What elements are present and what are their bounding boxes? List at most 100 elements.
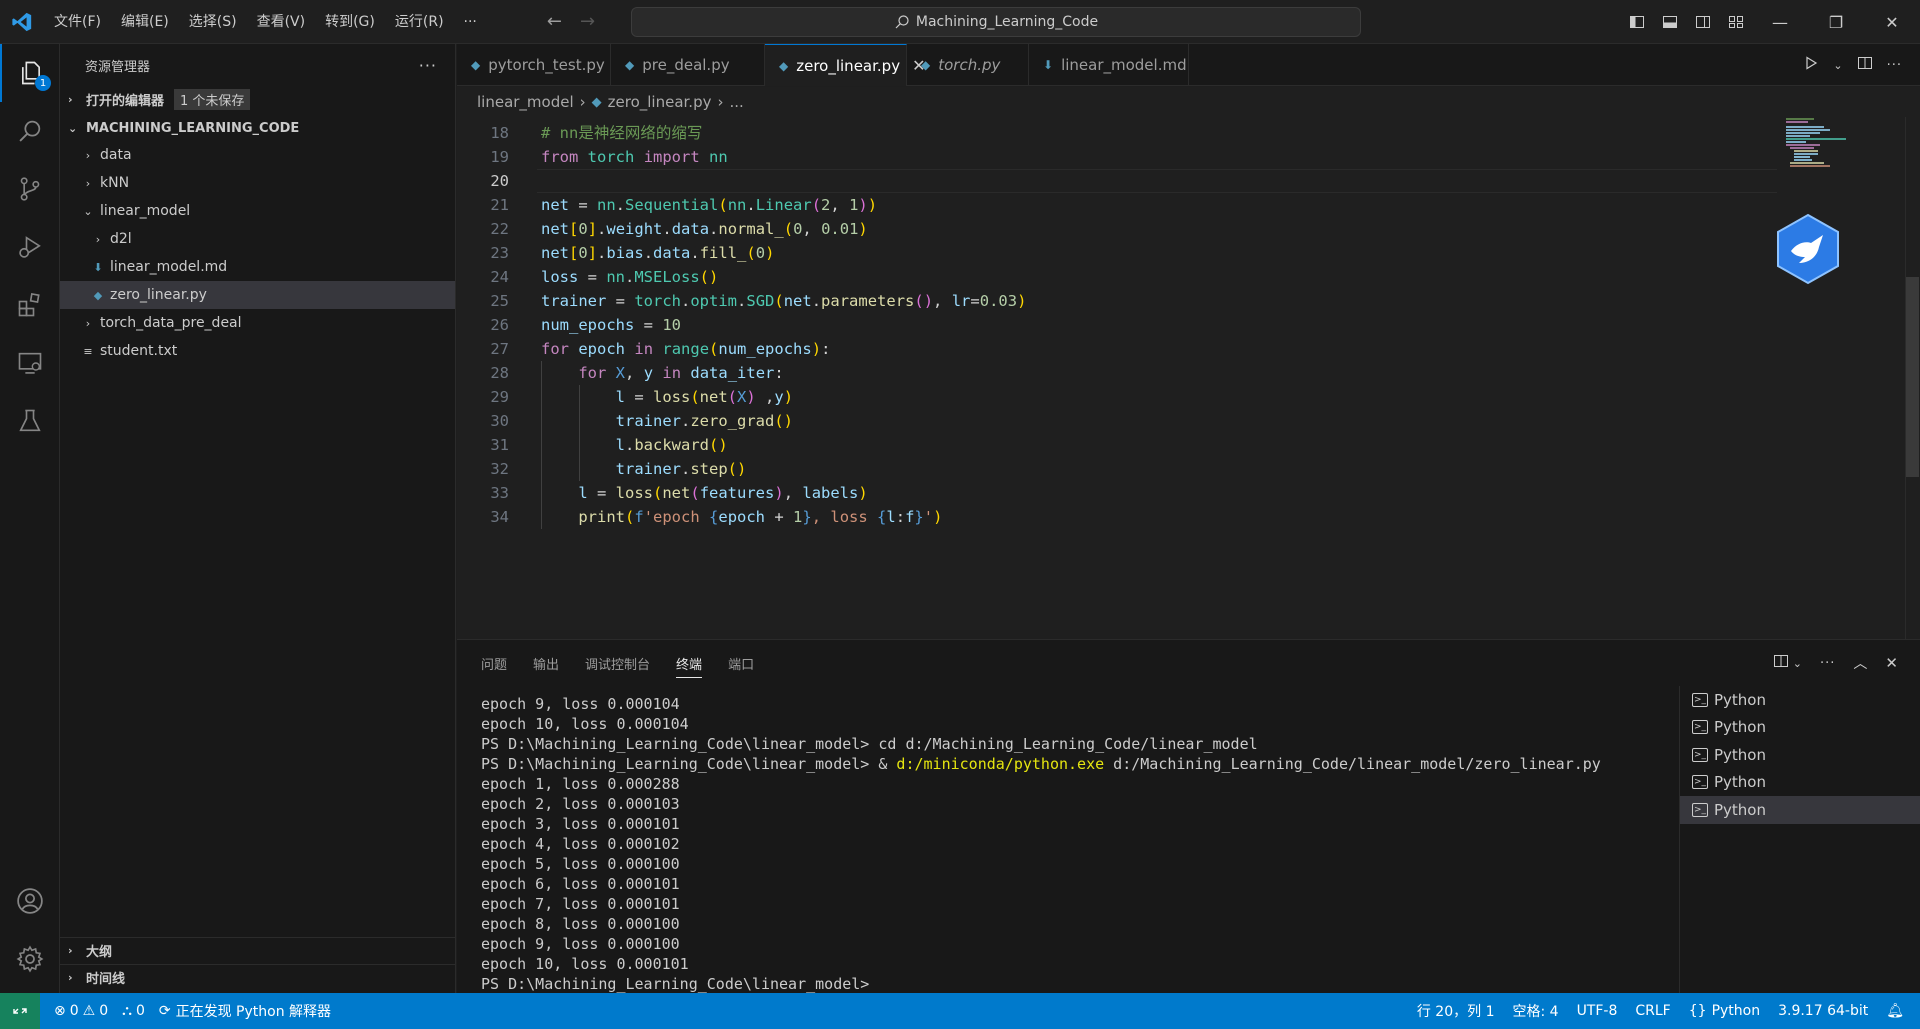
customize-layout-icon[interactable] xyxy=(1719,0,1752,44)
panel-more-icon[interactable]: ··· xyxy=(1820,656,1835,671)
manage-gear-icon[interactable] xyxy=(0,930,60,988)
terminal-text: epoch 3, loss 0.000101 xyxy=(481,815,680,833)
panel-tab[interactable]: 输出 xyxy=(533,654,559,673)
close-panel-icon[interactable]: ✕ xyxy=(1885,654,1898,672)
tab-linear-model-md[interactable]: ⬇ linear_model.md xyxy=(1029,44,1189,86)
tree-item[interactable]: ⌄ linear_model xyxy=(60,197,455,225)
command-center-search[interactable]: Machining_Learning_Code xyxy=(631,7,1361,37)
terminal-instance[interactable]: >_ Python xyxy=(1680,714,1920,742)
extensions-icon[interactable] xyxy=(0,276,60,334)
tree-item[interactable]: ◆ zero_linear.py xyxy=(60,281,455,309)
breadcrumb-symbol[interactable]: ... xyxy=(729,93,743,111)
menu-item[interactable]: 查看(V) xyxy=(247,0,316,44)
explorer-icon[interactable]: 1 xyxy=(0,44,60,102)
terminal-output[interactable]: epoch 9, loss 0.000104 epoch 10, loss 0.0… xyxy=(481,694,1661,994)
tree-item[interactable]: ⬇ linear_model.md xyxy=(60,253,455,281)
tree-item[interactable]: ≡ student.txt xyxy=(60,337,455,365)
tree-item[interactable]: › torch_data_pre_deal xyxy=(60,309,455,337)
assistant-bird-icon[interactable] xyxy=(1775,213,1841,285)
code-token: in xyxy=(634,340,654,358)
split-terminal-icon[interactable] xyxy=(1773,653,1789,673)
toggle-panel-icon[interactable] xyxy=(1653,0,1686,44)
tab-pre-deal-py[interactable]: ◆ pre_deal.py xyxy=(611,44,765,86)
testing-icon[interactable] xyxy=(0,392,60,450)
panel-tab[interactable]: 调试控制台 xyxy=(585,654,650,673)
terminal-instance[interactable]: >_ Python xyxy=(1680,686,1920,714)
code-token: zero_grad xyxy=(690,412,775,430)
warning-count: 0 xyxy=(99,1003,109,1019)
more-actions-icon[interactable]: ··· xyxy=(1887,58,1902,73)
back-arrow-icon[interactable]: ← xyxy=(547,11,562,32)
terminal-text: epoch 9, loss 0.000104 xyxy=(481,695,680,713)
explorer-more-icon[interactable]: ··· xyxy=(419,56,437,75)
code-token: print xyxy=(578,508,625,526)
close-window-icon[interactable]: ✕ xyxy=(1864,0,1920,44)
run-debug-icon[interactable] xyxy=(0,218,60,276)
panel-tab[interactable]: 端口 xyxy=(728,654,754,673)
panel-tab[interactable]: 问题 xyxy=(481,654,507,673)
search-icon[interactable] xyxy=(0,102,60,160)
restore-icon[interactable]: ❐ xyxy=(1808,0,1864,44)
code-token: = xyxy=(634,316,663,334)
tree-item[interactable]: › data xyxy=(60,141,455,169)
menu-item[interactable]: 选择(S) xyxy=(179,0,247,44)
split-editor-icon[interactable] xyxy=(1857,55,1873,75)
menu-item[interactable]: 编辑(E) xyxy=(111,0,179,44)
tab-zero-linear-py[interactable]: ◆ zero_linear.py ✕ xyxy=(765,44,925,86)
tree-item-label: kNN xyxy=(100,175,130,191)
menu-item[interactable]: 文件(F) xyxy=(44,0,111,44)
source-control-icon[interactable] xyxy=(0,160,60,218)
remote-indicator-icon[interactable] xyxy=(0,993,40,1029)
workspace-folder-section[interactable]: ⌄ MACHINING_LEARNING_CODE xyxy=(60,115,455,141)
code-token: epoch xyxy=(578,340,626,358)
breadcrumb-file[interactable]: zero_linear.py xyxy=(608,93,712,111)
run-python-icon[interactable] xyxy=(1803,55,1819,75)
terminal-instance[interactable]: >_ Python xyxy=(1680,769,1920,797)
minimap[interactable] xyxy=(1784,117,1880,197)
forward-arrow-icon[interactable]: → xyxy=(580,11,595,32)
encoding[interactable]: UTF-8 xyxy=(1577,1003,1618,1019)
tree-item[interactable]: › kNN xyxy=(60,169,455,197)
problems-status[interactable]: ⊗ 0 ⚠ 0 xyxy=(54,1003,108,1019)
terminal-text: epoch 9, loss 0.000100 xyxy=(481,935,680,953)
language-mode[interactable]: {} Python xyxy=(1689,1003,1760,1019)
terminal-instance[interactable]: >_ Python xyxy=(1680,741,1920,769)
breadcrumb-folder[interactable]: linear_model xyxy=(477,93,574,111)
cursor-position[interactable]: 行 20，列 1 xyxy=(1417,1001,1495,1021)
accounts-icon[interactable] xyxy=(0,872,60,930)
notifications-bell-icon[interactable]: 🔔︎ xyxy=(1886,1003,1904,1019)
code-token: . xyxy=(746,196,756,214)
open-editors-section[interactable]: › 打开的编辑器 1 个未保存 xyxy=(60,86,455,112)
tree-item[interactable]: › d2l xyxy=(60,225,455,253)
code-token: loss xyxy=(615,484,653,502)
tab-torch-py[interactable]: ◆ torch.py xyxy=(907,44,1029,86)
minimize-icon[interactable]: — xyxy=(1752,0,1808,44)
menu-item[interactable]: 运行(R) xyxy=(385,0,454,44)
toggle-secondary-sidebar-icon[interactable] xyxy=(1686,0,1719,44)
editor-tabs: ◆ pytorch_test.py ◆ pre_deal.py ◆ zero_linear… xyxy=(457,44,1920,86)
menu-item[interactable]: 转到(G) xyxy=(315,0,385,44)
ports-status[interactable]: ⛬ 0 xyxy=(122,1003,145,1019)
remote-explorer-icon[interactable] xyxy=(0,334,60,392)
interpreter-discovery[interactable]: ⟳ 正在发现 Python 解释器 xyxy=(159,1001,331,1021)
run-dropdown-icon[interactable]: ⌄ xyxy=(1833,59,1842,72)
python-interpreter[interactable]: 3.9.17 64-bit xyxy=(1778,1003,1868,1019)
editor-scrollbar-thumb[interactable] xyxy=(1906,277,1919,477)
tab-pytorch-test-py[interactable]: ◆ pytorch_test.py xyxy=(457,44,611,86)
code-token: , xyxy=(830,196,850,214)
code-token: ( xyxy=(783,220,794,238)
outline-section[interactable]: › 大纲 xyxy=(60,937,456,963)
timeline-section[interactable]: › 时间线 xyxy=(60,964,456,990)
code-editor[interactable]: 18 # nn是神经网络的缩写 19 from torch import nn 20 21… xyxy=(457,117,1920,639)
indentation[interactable]: 空格: 4 xyxy=(1512,1001,1558,1021)
code-token: weight xyxy=(606,220,663,238)
maximize-panel-icon[interactable]: ︿ xyxy=(1853,653,1867,673)
panel-tab[interactable]: 终端 xyxy=(676,649,703,678)
end-of-line[interactable]: CRLF xyxy=(1635,1003,1670,1019)
toggle-sidebar-icon[interactable] xyxy=(1620,0,1653,44)
terminal-dropdown-icon[interactable]: ⌄ xyxy=(1793,657,1802,670)
menu-item[interactable]: ··· xyxy=(454,0,487,44)
terminal-instance[interactable]: >_ Python xyxy=(1680,796,1920,824)
